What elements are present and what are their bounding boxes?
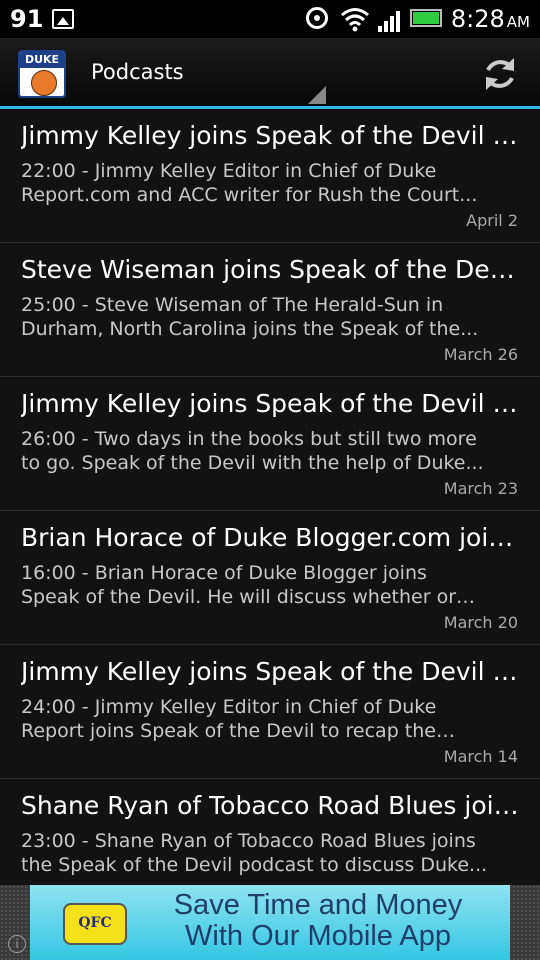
- app-logo[interactable]: DUKE: [18, 50, 66, 98]
- ad-logo: QFC: [63, 903, 127, 945]
- podcast-description: 22:00 - Jimmy Kelley Editor in Chief of …: [21, 160, 478, 206]
- podcast-title: Brian Horace of Duke Blogger.com joins..…: [21, 523, 521, 552]
- ad-area: i QFC Save Time and Money With Our Mobil…: [0, 885, 540, 960]
- podcast-title: Jimmy Kelley joins Speak of the Devil -.…: [21, 657, 521, 686]
- podcast-title: Jimmy Kelley joins Speak of the Devil -.…: [21, 121, 521, 150]
- podcast-date: March 20: [443, 613, 518, 632]
- podcast-description: 25:00 - Steve Wiseman of The Herald-Sun …: [21, 294, 479, 340]
- podcast-date: March 14: [443, 747, 518, 766]
- podcast-description: 16:00 - Brian Horace of Duke Blogger joi…: [21, 562, 457, 608]
- wifi-icon: [341, 8, 369, 32]
- ad-line-1: Save Time and Money: [173, 889, 463, 921]
- gallery-icon: [52, 9, 74, 29]
- action-bar: DUKE Podcasts: [0, 38, 540, 109]
- notification-count: 91: [10, 5, 44, 33]
- podcast-date: March 26: [443, 345, 518, 364]
- podcast-description: 24:00 - Jimmy Kelley Editor in Chief of …: [21, 696, 437, 742]
- status-bar: 91 8:28 AM: [0, 0, 540, 38]
- logo-text: DUKE: [20, 52, 64, 68]
- podcast-description: 26:00 - Two days in the books but still …: [21, 428, 484, 474]
- ad-line-2: With Our Mobile App: [185, 920, 451, 952]
- signal-icon: [378, 11, 400, 32]
- podcast-list: Jimmy Kelley joins Speak of the Devil -.…: [0, 109, 540, 913]
- podcast-item[interactable]: Jimmy Kelley joins Speak of the Devil -.…: [0, 645, 540, 779]
- basketball-icon: [31, 70, 57, 96]
- refresh-button[interactable]: [480, 54, 520, 94]
- dropdown-indicator-icon[interactable]: [308, 86, 326, 104]
- podcast-item[interactable]: Jimmy Kelley joins Speak of the Devil -.…: [0, 109, 540, 243]
- podcast-item[interactable]: Jimmy Kelley joins Speak of the Devil -.…: [0, 377, 540, 511]
- podcast-title: Steve Wiseman joins Speak of the Devil..…: [21, 255, 521, 284]
- podcast-date: March 23: [443, 479, 518, 498]
- ad-banner[interactable]: QFC Save Time and Money With Our Mobile …: [30, 885, 510, 960]
- page-title[interactable]: Podcasts: [91, 60, 184, 84]
- podcast-item[interactable]: Steve Wiseman joins Speak of the Devil..…: [0, 243, 540, 377]
- ad-text: Save Time and Money With Our Mobile App: [148, 890, 488, 952]
- clock: 8:28 AM: [450, 5, 530, 33]
- podcast-item[interactable]: Brian Horace of Duke Blogger.com joins..…: [0, 511, 540, 645]
- podcast-title: Jimmy Kelley joins Speak of the Devil -.…: [21, 389, 521, 418]
- podcast-description: 23:00 - Shane Ryan of Tobacco Road Blues…: [21, 830, 488, 876]
- battery-icon: [410, 9, 442, 27]
- info-icon[interactable]: i: [8, 935, 26, 953]
- podcast-title: Shane Ryan of Tobacco Road Blues join...: [21, 791, 521, 820]
- gps-icon: [306, 7, 328, 29]
- podcast-date: April 2: [466, 211, 518, 230]
